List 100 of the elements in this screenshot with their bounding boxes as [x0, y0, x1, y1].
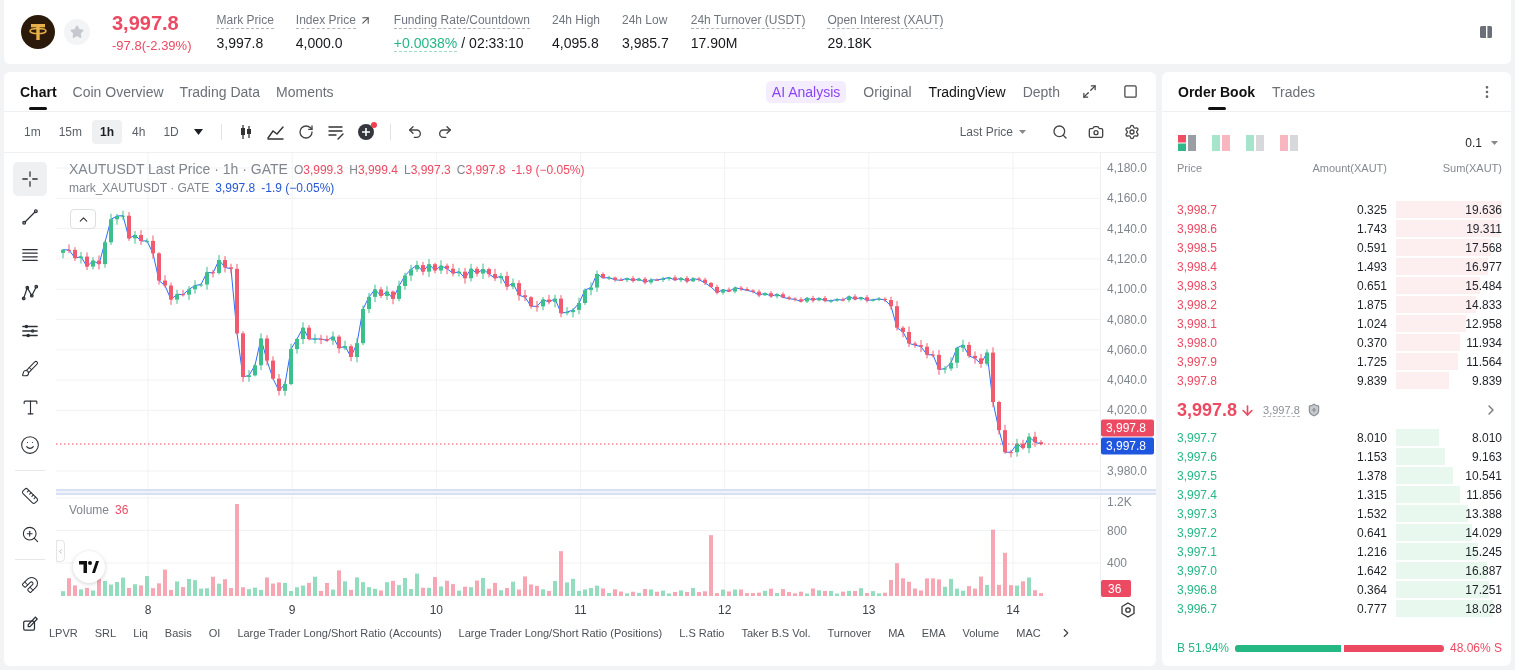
- volume-axis-label: 1.2K: [1107, 495, 1132, 509]
- time-axis-label: 12: [718, 603, 732, 617]
- time-axis-label: 11: [574, 603, 587, 617]
- price-axis-label: 3,980.0: [1107, 464, 1148, 478]
- ask-price: 3,998.0: [1177, 335, 1219, 350]
- interval-button[interactable]: 4h: [124, 120, 154, 144]
- indicator-button[interactable]: LPVR: [49, 627, 78, 639]
- price-axis-label: 4,040.0: [1107, 373, 1148, 388]
- ask-price: 3,998.1: [1177, 316, 1219, 331]
- ruler-icon: [21, 487, 39, 505]
- price-axis-label: 4,100.0: [1107, 282, 1148, 297]
- mark-price: 3,997.8: [1263, 403, 1300, 417]
- ohlc-value: H3,999.4: [349, 163, 398, 177]
- interval-button[interactable]: 15m: [50, 120, 90, 144]
- order-amount: 1.642: [1355, 563, 1387, 578]
- interval-button[interactable]: 1h: [92, 120, 123, 144]
- ohlc-value: C3,997.8: [456, 163, 506, 177]
- mark-price-tag: 3,997.8: [1101, 437, 1154, 455]
- order-amount: 1.875: [1355, 297, 1387, 312]
- ask-price: 3,998.2: [1177, 297, 1219, 312]
- volume-axis-label: 800: [1107, 523, 1128, 538]
- order-sum: 8.010: [1471, 430, 1502, 445]
- crosshair-icon: [21, 170, 39, 188]
- bid-price: 3,997.0: [1177, 563, 1219, 578]
- analysis-button[interactable]: AI Analysis: [765, 80, 847, 103]
- price-axis-label: 4,060.0: [1107, 342, 1148, 357]
- horizontal-lines-icon: [21, 246, 39, 264]
- countdown: / 02:33:10: [461, 34, 524, 52]
- chart-tab[interactable]: Chart: [20, 72, 57, 111]
- notes-button[interactable]: [1477, 23, 1495, 41]
- order-amount: 1.493: [1355, 259, 1387, 274]
- indicator-button[interactable]: L.S Ratio: [679, 627, 725, 639]
- collapse-legend-button[interactable]: [70, 209, 96, 229]
- order-amount: 0.777: [1355, 601, 1387, 616]
- precision-dropdown[interactable]: 0.1: [1465, 136, 1502, 150]
- collapse-handle[interactable]: [56, 540, 65, 562]
- coin-logo: [21, 15, 55, 49]
- column-header: Price: [1177, 162, 1204, 174]
- indicator-button[interactable]: Taker B.S Vol.: [741, 627, 811, 639]
- redo-icon: [436, 124, 453, 140]
- order-sum: 9.163: [1471, 449, 1502, 464]
- order-book-tab[interactable]: Trades: [1272, 72, 1316, 111]
- view-tab[interactable]: Original: [863, 83, 912, 100]
- stat-label: 24h Low: [622, 12, 668, 29]
- bid-price: 3,997.6: [1177, 449, 1219, 464]
- indicator-button[interactable]: Volume: [962, 627, 1000, 639]
- stat-label: Open Interest (XAUT): [827, 12, 944, 29]
- indicator-button[interactable]: OI: [208, 627, 221, 639]
- view-tab[interactable]: Depth: [1022, 83, 1060, 100]
- order-sum: 15.484: [1465, 278, 1502, 293]
- chart-tab[interactable]: Moments: [276, 72, 334, 111]
- order-amount: 1.024: [1355, 316, 1387, 331]
- bid-price: 3,997.4: [1177, 487, 1219, 502]
- time-axis-label: 8: [144, 603, 152, 617]
- order-sum: 11.856: [1466, 487, 1502, 502]
- indicator-button[interactable]: Basis: [164, 627, 192, 639]
- indicator-button[interactable]: Liq: [133, 627, 148, 639]
- mid-price: 3,997.8: [1177, 399, 1238, 421]
- settings-icon: [1120, 602, 1136, 618]
- price-axis-label: 4,120.0: [1107, 251, 1148, 266]
- caret-down-icon: [194, 129, 204, 135]
- mark-legend-change: -1.9 (−0.05%): [261, 181, 335, 195]
- indicator-button[interactable]: Large Trader Long/Short Ratio (Accounts): [237, 627, 442, 639]
- indicator-button[interactable]: SRL: [94, 627, 117, 639]
- indicator-button[interactable]: EMA: [921, 627, 946, 639]
- ohlc-value: L3,997.3: [404, 163, 451, 177]
- asks-view-icon: [1280, 135, 1298, 151]
- order-sum: 13.388: [1465, 506, 1502, 521]
- order-amount: 0.651: [1355, 278, 1387, 293]
- view-tab[interactable]: TradingView: [928, 83, 1006, 100]
- chart-tab[interactable]: Trading Data: [179, 72, 260, 111]
- stat-label: 24h High: [551, 12, 600, 29]
- order-amount: 0.325: [1355, 202, 1387, 217]
- chart-tab[interactable]: Coin Overview: [72, 72, 164, 111]
- square-icon: [1122, 84, 1138, 99]
- bid-price: 3,997.2: [1177, 525, 1219, 540]
- stat-value: 4,000.0: [295, 34, 343, 52]
- stacked-view-icon: [1178, 135, 1196, 151]
- caret-down-icon: [1491, 141, 1498, 145]
- layout-button[interactable]: [1178, 135, 1196, 151]
- notebook-icon: [1479, 25, 1493, 39]
- price-axis-label: 4,020.0: [1107, 403, 1148, 418]
- trend-line-icon: [21, 208, 39, 226]
- shield-plus-icon: [1306, 403, 1321, 417]
- buy-ratio: B 51.94%: [1177, 641, 1230, 655]
- volume-axis-label: 400: [1107, 556, 1128, 570]
- column-header: Amount(XAUT): [1311, 162, 1387, 174]
- indicator-button[interactable]: Large Trader Long/Short Ratio (Positions): [458, 627, 663, 639]
- indicator-button[interactable]: MA: [888, 627, 905, 639]
- stat-value: 17.90M: [690, 34, 738, 52]
- sell-ratio: 48.06% S: [1449, 641, 1502, 655]
- price-source-dropdown[interactable]: Last Price: [959, 125, 1026, 139]
- order-book-tab[interactable]: Order Book: [1178, 72, 1255, 111]
- order-amount: 1.532: [1355, 506, 1387, 521]
- stat-value: 4,095.8: [551, 34, 599, 52]
- interval-button[interactable]: 1m: [16, 120, 49, 144]
- indicator-button[interactable]: Turnover: [827, 627, 872, 639]
- indicator-button[interactable]: MAC: [1016, 627, 1041, 639]
- interval-button[interactable]: 1D: [155, 120, 187, 144]
- bid-price: 3,996.7: [1177, 601, 1219, 616]
